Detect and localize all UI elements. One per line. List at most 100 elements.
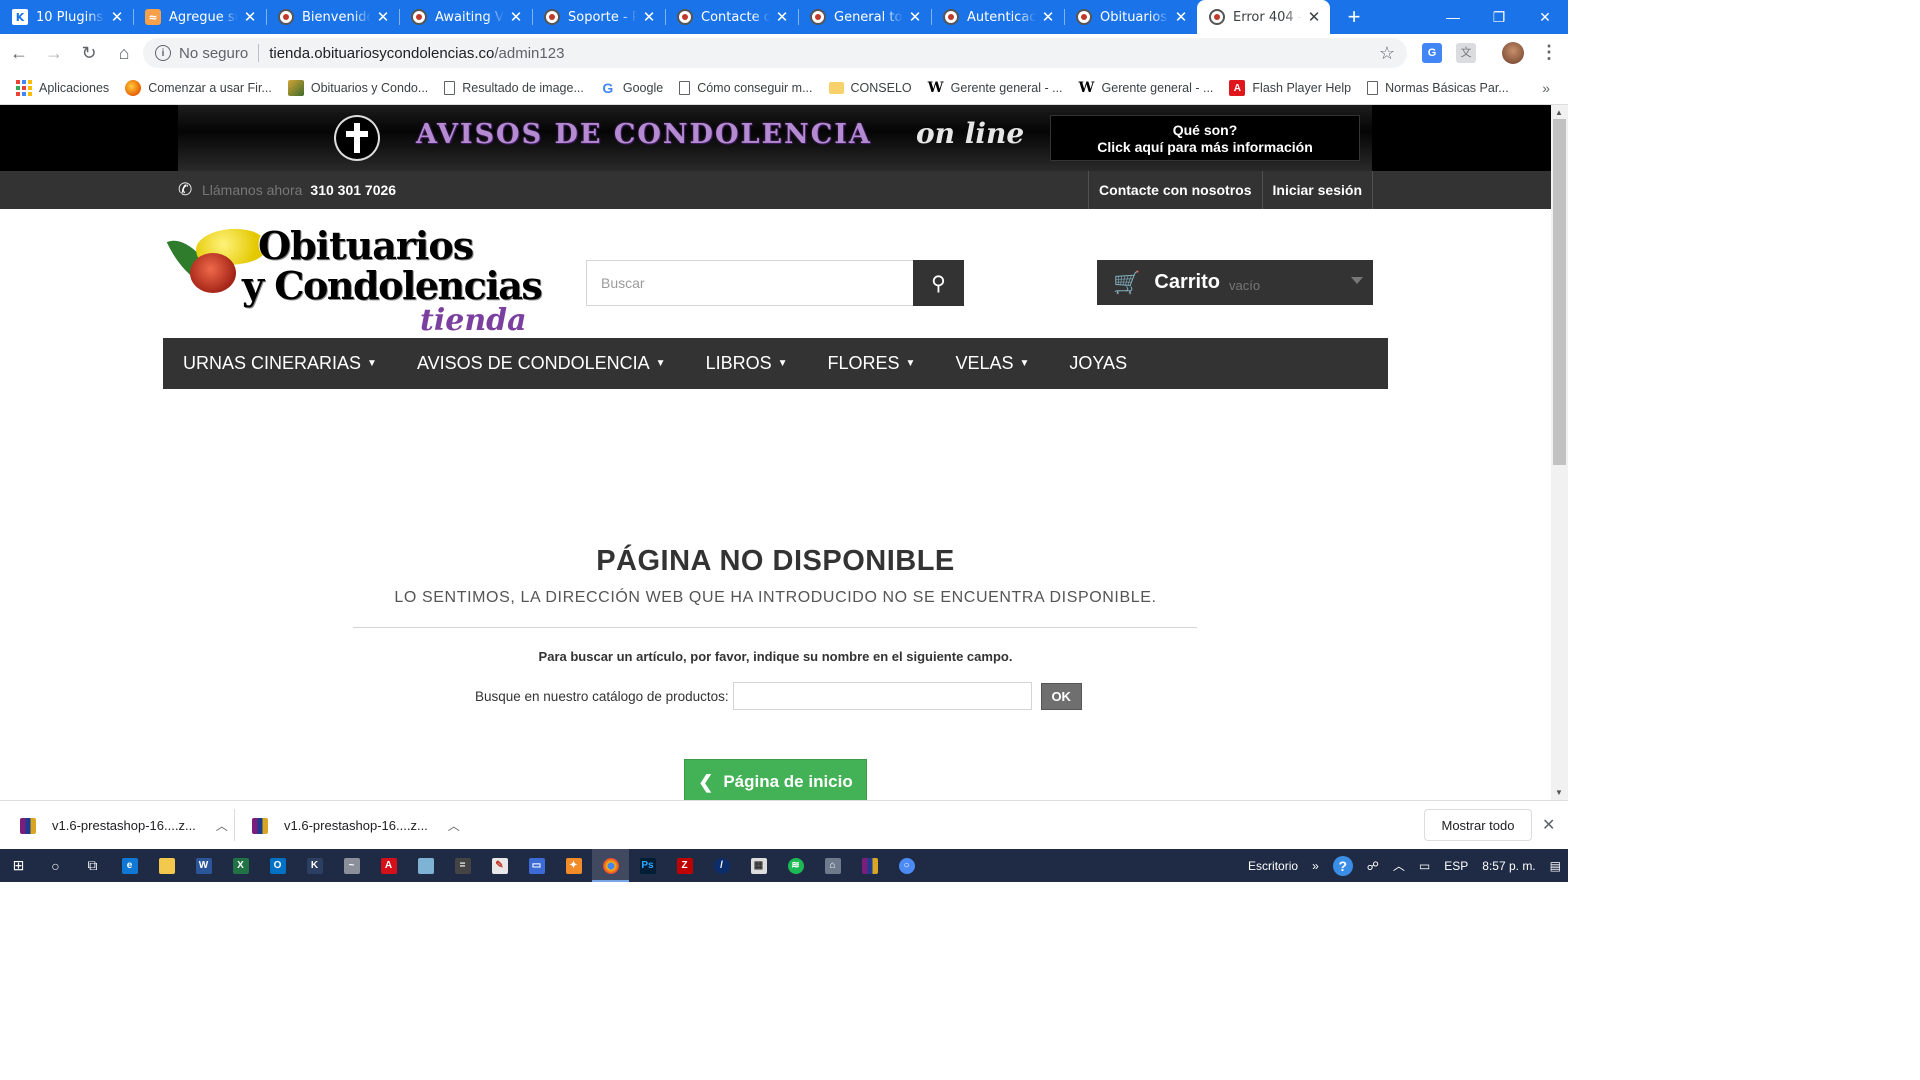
bookmark-item[interactable]: W Gerente general - ... — [1079, 80, 1214, 96]
bookmark-item[interactable]: Resultado de image... — [444, 81, 584, 95]
scrollbar-thumb[interactable] — [1553, 119, 1566, 465]
close-icon[interactable]: ✕ — [109, 8, 125, 26]
browser-tab[interactable]: General topi✕ — [798, 0, 931, 34]
paint-icon[interactable]: ✎ — [481, 849, 518, 882]
menu-item-libros[interactable]: LIBROS ▼ — [686, 353, 808, 374]
chevron-right-icon[interactable]: » — [1312, 859, 1319, 873]
outlook-icon[interactable]: O — [259, 849, 296, 882]
new-tab-button[interactable]: + — [1338, 0, 1370, 34]
chrome-icon[interactable] — [592, 849, 629, 882]
browser-tab[interactable]: Awaiting Val✕ — [399, 0, 532, 34]
people-icon[interactable]: ☍ — [1367, 859, 1379, 873]
network-icon[interactable]: ▭ — [1419, 859, 1430, 873]
calculator-icon[interactable]: = — [444, 849, 481, 882]
notifications-icon[interactable]: ▤ — [1550, 859, 1561, 873]
contact-link[interactable]: Contacte con nosotros — [1088, 171, 1261, 209]
close-window-icon[interactable]: ✕ — [1522, 0, 1568, 34]
address-bar[interactable]: i No seguro tienda.obituariosycondolenci… — [143, 38, 1407, 68]
chevron-up-icon[interactable]: ︿ — [448, 817, 460, 834]
photoshop-icon[interactable]: Ps — [629, 849, 666, 882]
browser-tab[interactable]: K 10 Plugins de✕ — [0, 0, 133, 34]
bookmark-item[interactable]: Aplicaciones — [16, 80, 109, 96]
bookmark-item[interactable]: Cómo conseguir m... — [679, 81, 813, 95]
browser-tab[interactable]: Contacte con✕ — [665, 0, 798, 34]
file-explorer-icon[interactable] — [148, 849, 185, 882]
winrar-app-icon[interactable] — [851, 849, 888, 882]
windows-start-icon[interactable]: ⊞ — [0, 849, 37, 882]
edge-icon[interactable]: e — [111, 849, 148, 882]
show-all-downloads-button[interactable]: Mostrar todo — [1424, 809, 1532, 841]
bookmark-item[interactable]: Obituarios y Condo... — [287, 80, 428, 96]
scroll-down-icon[interactable]: ▼ — [1555, 788, 1563, 797]
home-icon[interactable]: ⌂ — [108, 37, 140, 69]
bookmark-item[interactable]: W Gerente general - ... — [928, 80, 1063, 96]
menu-item-velas[interactable]: VELAS ▼ — [935, 353, 1049, 374]
translate-page-icon[interactable]: 文 — [1456, 43, 1476, 63]
browser-tab[interactable]: Obituarios y✕ — [1064, 0, 1197, 34]
menu-item-joyas[interactable]: JOYAS — [1049, 353, 1147, 374]
bookmark-star-icon[interactable]: ☆ — [1379, 43, 1395, 64]
translate-extension-icon[interactable]: G — [1422, 43, 1442, 63]
close-icon[interactable]: ✕ — [641, 8, 657, 26]
k-app-icon[interactable]: K — [296, 849, 333, 882]
browser-tab[interactable]: ≈ Agregue su l✕ — [133, 0, 266, 34]
browser-tab[interactable]: Autenticació✕ — [931, 0, 1064, 34]
reload-icon[interactable]: ↻ — [73, 37, 105, 69]
condolence-banner[interactable]: AVISOS DE CONDOLENCIA on line Qué son? C… — [178, 105, 1372, 172]
forward-icon[interactable]: → — [38, 37, 70, 69]
security-label[interactable]: No seguro — [179, 45, 248, 62]
catalog-search-input[interactable] — [732, 682, 1032, 710]
close-icon[interactable]: ✕ — [508, 8, 524, 26]
menu-item-flores[interactable]: FLORES ▼ — [808, 353, 936, 374]
clock[interactable]: 8:57 p. m. — [1482, 859, 1535, 873]
menu-item-avisos[interactable]: AVISOS DE CONDOLENCIA ▼ — [397, 353, 686, 374]
close-icon[interactable]: ✕ — [1040, 8, 1056, 26]
bookmark-item[interactable]: Comenzar a usar Fir... — [125, 80, 272, 96]
browser-tab[interactable]: Soporte - Pr✕ — [532, 0, 665, 34]
scroll-up-icon[interactable]: ▲ — [1555, 108, 1563, 117]
info-icon[interactable]: i — [155, 45, 171, 61]
home-page-button[interactable]: ❮ Página de inicio — [684, 759, 867, 800]
more-menu-icon[interactable]: ⋮ — [1540, 42, 1558, 63]
close-icon[interactable]: ✕ — [375, 8, 391, 26]
bird-app-icon[interactable]: ~ — [333, 849, 370, 882]
calendar-icon[interactable]: ▦ — [740, 849, 777, 882]
language-indicator[interactable]: ESP — [1444, 859, 1468, 873]
browser-tab-active[interactable]: Error 404 - C✕ — [1197, 0, 1330, 34]
page-scrollbar[interactable]: ▲ ▼ — [1551, 105, 1568, 800]
close-icon[interactable]: ✕ — [1173, 8, 1189, 26]
menu-item-urnas[interactable]: URNAS CINERARIAS ▼ — [163, 353, 397, 374]
task-view-icon[interactable]: ⧉ — [74, 849, 111, 882]
cart-block[interactable]: 🛒 Carrito vacío — [1097, 260, 1373, 305]
close-icon[interactable]: ✕ — [1542, 815, 1555, 835]
chevron-up-icon[interactable]: ︿ — [1393, 857, 1405, 874]
spotify-icon[interactable]: ≋ — [777, 849, 814, 882]
banner-info-box[interactable]: Qué son? Click aquí para más información — [1050, 115, 1360, 161]
login-link[interactable]: Iniciar sesión — [1261, 171, 1373, 209]
excel-icon[interactable]: X — [222, 849, 259, 882]
back-icon[interactable]: ← — [3, 37, 35, 69]
help-icon[interactable]: ? — [1332, 855, 1353, 876]
search-input[interactable] — [586, 260, 913, 306]
close-icon[interactable]: ✕ — [774, 8, 790, 26]
bookmark-item[interactable]: Normas Básicas Par... — [1367, 81, 1509, 95]
download-item[interactable]: v1.6-prestashop-16....z... ︿ — [252, 801, 460, 850]
remote-app-icon[interactable]: ▭ — [518, 849, 555, 882]
url-path[interactable]: /admin123 — [494, 45, 564, 62]
chrome-profile-icon[interactable]: ○ — [888, 849, 925, 882]
blue-circle-app-icon[interactable]: / — [703, 849, 740, 882]
store-logo[interactable]: Obituarios y Condolencias tienda — [166, 223, 543, 338]
bookmark-item[interactable]: CONSELO — [828, 81, 912, 95]
desktop-label[interactable]: Escritorio — [1248, 859, 1298, 873]
filezilla-icon[interactable]: Z — [666, 849, 703, 882]
close-icon[interactable]: ✕ — [907, 8, 923, 26]
profile-avatar[interactable] — [1502, 42, 1524, 64]
bookmark-item[interactable]: G Google — [600, 80, 663, 96]
bookmarks-overflow-icon[interactable]: » — [1542, 80, 1550, 96]
ok-button[interactable]: OK — [1040, 682, 1082, 710]
network-app-icon[interactable]: ⌂ — [814, 849, 851, 882]
minimize-icon[interactable]: — — [1430, 0, 1476, 34]
chevron-up-icon[interactable]: ︿ — [216, 817, 228, 834]
download-item[interactable]: v1.6-prestashop-16....z... ︿ — [20, 801, 228, 850]
search-icon[interactable]: ○ — [37, 849, 74, 882]
